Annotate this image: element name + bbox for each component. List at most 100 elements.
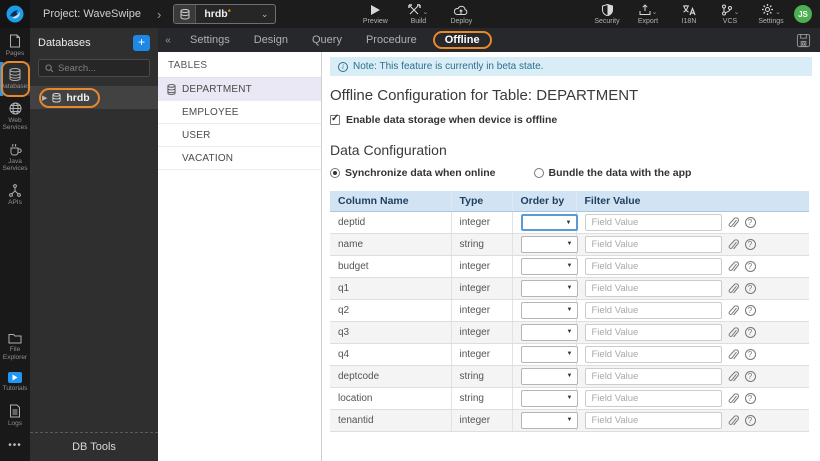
order-by-select[interactable] — [520, 390, 578, 407]
sidebar-item-pages[interactable]: Pages — [0, 28, 30, 62]
help-icon[interactable]: ? — [744, 283, 756, 294]
bind-variable-icon[interactable] — [728, 392, 739, 405]
i18n-button[interactable]: I18N — [676, 3, 702, 25]
help-icon[interactable]: ? — [744, 393, 756, 404]
radio-synchronize-data-when-online[interactable]: Synchronize data when online — [330, 167, 496, 179]
sidebar-item-tutorials[interactable]: Tutorials — [0, 366, 30, 397]
filter-value-input[interactable]: Field Value — [584, 258, 722, 275]
coffee-icon — [9, 143, 22, 156]
tab-settings[interactable]: Settings — [178, 32, 242, 48]
order-by-select[interactable] — [520, 324, 578, 341]
help-icon[interactable]: ? — [744, 305, 756, 316]
tab-procedure[interactable]: Procedure — [354, 32, 429, 48]
help-icon[interactable]: ? — [744, 217, 756, 228]
offline-config-content: i Note: This feature is currently in bet… — [322, 52, 820, 461]
user-avatar[interactable]: JS — [794, 5, 812, 23]
bind-variable-icon[interactable] — [728, 326, 739, 339]
wavemaker-logo[interactable] — [0, 0, 30, 28]
filter-value-input[interactable]: Field Value — [584, 302, 722, 319]
order-by-select[interactable] — [520, 412, 578, 429]
bind-variable-icon[interactable] — [728, 282, 739, 295]
filter-value-input[interactable]: Field Value — [584, 236, 722, 253]
database-selector[interactable]: hrdb* ⌄ — [173, 4, 277, 24]
table-row: tenantidinteger Field Value? — [330, 409, 809, 432]
bind-variable-icon[interactable] — [728, 348, 739, 361]
database-tree-item-hrdb[interactable]: ▶ hrdb — [30, 86, 158, 109]
sidebar-item-logs[interactable]: Logs — [0, 398, 30, 432]
databases-panel: Databases + Search... ▶ hrdb DB Tools — [30, 28, 158, 461]
order-by-select[interactable] — [520, 368, 578, 385]
build-button[interactable]: ⌄ Build — [405, 3, 431, 25]
help-icon[interactable]: ? — [744, 415, 756, 426]
tree-expand-icon[interactable]: ▶ — [42, 94, 47, 102]
order-by-select[interactable] — [520, 236, 578, 253]
export-button[interactable]: ⌄ Export — [635, 3, 661, 25]
data-configuration-title: Data Configuration — [330, 142, 447, 158]
radio-button[interactable] — [533, 168, 544, 178]
bind-variable-icon[interactable] — [728, 260, 739, 273]
sidebar-item-apis[interactable]: APIs — [0, 178, 30, 211]
order-by-select[interactable] — [520, 214, 578, 231]
filter-value-input[interactable]: Field Value — [584, 280, 722, 297]
sidebar-item-databases[interactable]: Databases — [0, 61, 31, 97]
bind-variable-icon[interactable] — [728, 238, 739, 251]
table-list-item-user[interactable]: USER — [158, 124, 321, 147]
radio-bundle-the-data-with-the-app[interactable]: Bundle the data with the app — [533, 167, 691, 179]
security-button[interactable]: Security — [594, 3, 620, 25]
play-icon — [370, 3, 381, 16]
column-name-cell: q4 — [330, 343, 452, 366]
branch-icon: ⌄ — [721, 3, 739, 16]
bind-variable-icon[interactable] — [728, 414, 739, 427]
filter-value-input[interactable]: Field Value — [584, 214, 722, 231]
filter-value-input[interactable]: Field Value — [584, 390, 722, 407]
deploy-button[interactable]: Deploy — [448, 3, 474, 25]
bind-variable-icon[interactable] — [728, 216, 739, 229]
page-title: Offline Configuration for Table: DEPARTM… — [330, 87, 639, 104]
help-icon[interactable]: ? — [744, 261, 756, 272]
table-row: deptidinteger Field Value? — [330, 211, 809, 234]
table-list-item-employee[interactable]: EMPLOYEE — [158, 101, 321, 124]
order-by-select[interactable] — [520, 302, 578, 319]
table-icon — [167, 83, 182, 95]
tab-offline[interactable]: Offline — [432, 31, 492, 49]
settings-button[interactable]: ⌄ Settings — [758, 3, 784, 25]
collapse-panel-button[interactable]: « — [158, 35, 178, 46]
more-options-button[interactable]: ••• — [0, 432, 30, 461]
filter-value-input[interactable]: Field Value — [584, 346, 722, 363]
filter-value-input[interactable]: Field Value — [584, 412, 722, 429]
table-list-item-department[interactable]: DEPARTMENT — [158, 78, 321, 101]
help-icon[interactable]: ? — [744, 327, 756, 338]
filter-value-input[interactable]: Field Value — [584, 324, 722, 341]
help-icon[interactable]: ? — [744, 349, 756, 360]
db-tools-button[interactable]: DB Tools — [30, 432, 158, 461]
sidebar-item-java-services[interactable]: Java Services — [0, 137, 30, 178]
help-icon[interactable]: ? — [744, 371, 756, 382]
order-by-select[interactable] — [520, 346, 578, 363]
sidebar-item-file-explorer[interactable]: File Explorer — [0, 326, 30, 366]
sidebar-item-web-services[interactable]: Web Services — [0, 96, 30, 137]
table-row: q1integer Field Value? — [330, 277, 809, 300]
bind-variable-icon[interactable] — [728, 304, 739, 317]
vcs-button[interactable]: ⌄ VCS — [717, 3, 743, 25]
database-search-input[interactable]: Search... — [38, 59, 150, 77]
column-name-cell: q1 — [330, 277, 452, 300]
order-by-select[interactable] — [520, 258, 578, 275]
save-icon[interactable] — [796, 33, 811, 48]
enable-offline-checkbox[interactable] — [330, 113, 340, 125]
tab-query[interactable]: Query — [300, 32, 354, 48]
tab-design[interactable]: Design — [242, 32, 300, 48]
order-by-select[interactable] — [520, 280, 578, 297]
radio-button[interactable] — [330, 168, 340, 178]
help-icon[interactable]: ? — [744, 239, 756, 250]
table-row: q4integer Field Value? — [330, 343, 809, 366]
column-type-cell: string — [451, 365, 513, 388]
table-list-item-vacation[interactable]: VACATION — [158, 147, 321, 170]
search-placeholder: Search... — [58, 62, 97, 74]
add-database-button[interactable]: + — [133, 35, 150, 51]
column-type-cell: integer — [451, 409, 513, 432]
bind-variable-icon[interactable] — [728, 370, 739, 383]
build-icon: ⌄ — [408, 3, 428, 16]
database-icon — [52, 92, 61, 103]
filter-value-input[interactable]: Field Value — [584, 368, 722, 385]
preview-button[interactable]: Preview — [362, 3, 388, 25]
